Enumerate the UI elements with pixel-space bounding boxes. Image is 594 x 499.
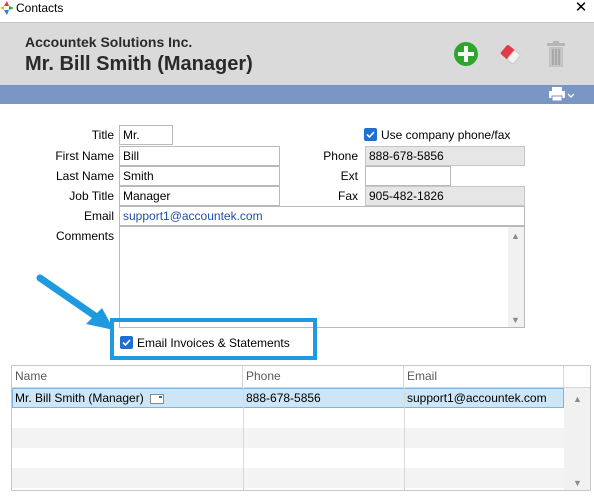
add-icon[interactable] <box>453 40 479 68</box>
window-titlebar: Contacts ✕ <box>0 0 594 18</box>
fax-field[interactable]: 905-482-1826 <box>365 186 525 206</box>
printer-icon[interactable] <box>548 86 574 103</box>
eraser-icon[interactable] <box>497 40 523 68</box>
table-row-empty <box>12 428 564 448</box>
fax-label: Fax <box>337 189 358 203</box>
scroll-down-icon[interactable]: ▼ <box>511 315 520 325</box>
app-logo-icon <box>0 1 14 15</box>
column-divider <box>243 388 244 490</box>
scroll-up-icon[interactable]: ▲ <box>573 394 582 404</box>
column-header-email[interactable]: Email <box>404 366 564 388</box>
scroll-down-icon[interactable]: ▼ <box>573 478 582 488</box>
row-email-cell: support1@accountek.com <box>407 391 547 405</box>
note-icon[interactable] <box>150 393 165 404</box>
table-row-empty <box>12 468 564 488</box>
grid-scrollbar[interactable]: ▲ ▼ <box>564 388 590 490</box>
toolbar-strip <box>0 85 594 104</box>
job-title-field[interactable]: Manager <box>119 186 280 206</box>
contact-name-title: Mr. Bill Smith (Manager) <box>25 53 253 75</box>
title-field[interactable]: Mr. <box>119 125 173 145</box>
title-label: Title <box>91 128 114 142</box>
column-header-name[interactable]: Name <box>12 366 243 388</box>
checkmark-icon <box>366 131 375 139</box>
row-name-cell: Mr. Bill Smith (Manager) <box>15 391 144 405</box>
comments-scrollbar[interactable]: ▲ ▼ <box>508 227 524 327</box>
last-name-label: Last Name <box>55 169 114 183</box>
close-icon[interactable]: ✕ <box>572 0 590 16</box>
use-company-phone-label: Use company phone/fax <box>381 128 511 142</box>
comments-textarea[interactable]: ▲ ▼ <box>119 226 525 328</box>
company-name: Accountek Solutions Inc. <box>25 34 193 50</box>
table-row-empty <box>12 448 564 468</box>
job-title-label: Job Title <box>69 189 114 203</box>
email-field[interactable]: support1@accountek.com <box>119 206 525 226</box>
table-row[interactable]: Mr. Bill Smith (Manager) 888-678-5856 su… <box>12 388 564 408</box>
annotation-highlight-box <box>110 318 317 360</box>
comments-label: Comments <box>55 229 114 243</box>
use-company-phone-checkbox[interactable] <box>364 128 377 141</box>
last-name-field[interactable]: Smith <box>119 166 280 186</box>
trash-icon[interactable] <box>543 40 569 68</box>
first-name-label: First Name <box>55 149 114 163</box>
ext-field[interactable] <box>365 166 451 186</box>
first-name-field[interactable]: Bill <box>119 146 280 166</box>
phone-label: Phone <box>323 149 358 163</box>
contacts-grid: Name Phone Email Mr. Bill Smith (Manager… <box>11 365 591 491</box>
email-label: Email <box>83 209 114 223</box>
row-phone-cell: 888-678-5856 <box>246 391 321 405</box>
scroll-up-icon[interactable]: ▲ <box>511 231 520 241</box>
contact-header: Accountek Solutions Inc. Mr. Bill Smith … <box>0 22 594 85</box>
phone-field[interactable]: 888-678-5856 <box>365 146 525 166</box>
column-header-spacer <box>564 366 590 388</box>
window-title: Contacts <box>16 1 64 15</box>
column-divider <box>404 388 405 490</box>
table-row-empty <box>12 408 564 428</box>
column-header-phone[interactable]: Phone <box>243 366 404 388</box>
ext-label: Ext <box>340 169 358 183</box>
